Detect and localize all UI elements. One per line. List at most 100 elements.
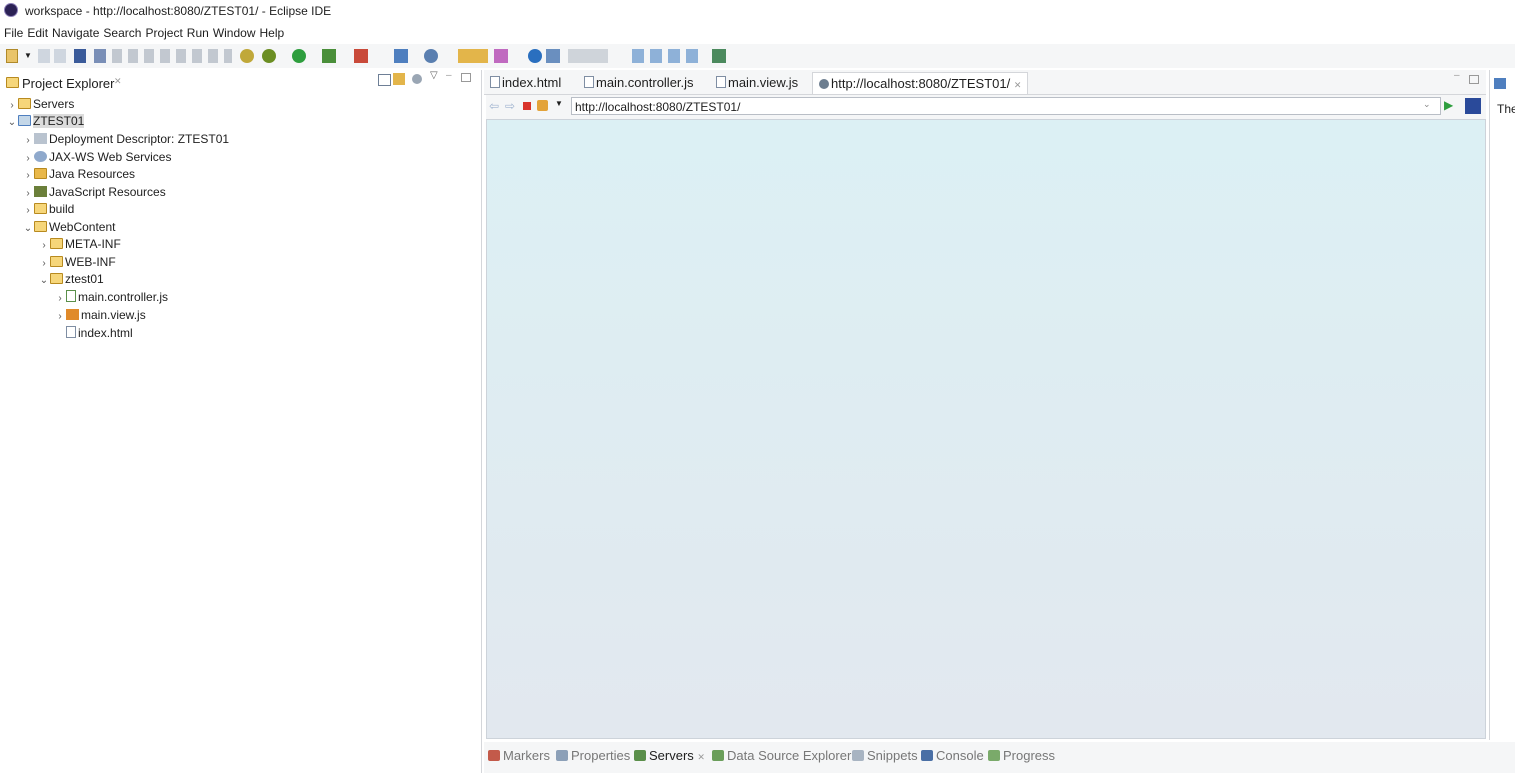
save-all-icon[interactable] xyxy=(54,49,66,63)
menu-help[interactable]: Help xyxy=(260,24,285,42)
menu-file[interactable]: File xyxy=(4,24,23,42)
tab-browser[interactable]: http://localhost:8080/ZTEST01/ ✕ xyxy=(812,72,1029,94)
chevron-right-icon[interactable]: › xyxy=(22,185,34,202)
maximize-icon[interactable] xyxy=(1469,75,1479,84)
tree-item-web-inf[interactable]: › WEB-INF xyxy=(38,254,115,272)
tree-label: index.html xyxy=(78,326,133,340)
project-explorer-title[interactable]: Project Explorer xyxy=(22,76,114,91)
new-icon[interactable] xyxy=(6,49,18,63)
tab-main-view[interactable]: main.view.js xyxy=(716,74,798,92)
tree-item-main-view[interactable]: › main.view.js xyxy=(54,307,145,325)
open-type-icon[interactable] xyxy=(458,49,488,63)
progress-icon xyxy=(988,750,1000,761)
minimize-icon[interactable]: – xyxy=(446,70,452,81)
tree-item-build[interactable]: › build xyxy=(22,201,74,218)
run-icon[interactable] xyxy=(292,49,306,63)
link-editor-icon[interactable] xyxy=(393,73,405,85)
go-icon[interactable]: ▶ xyxy=(1444,98,1453,112)
chevron-right-icon[interactable]: › xyxy=(38,255,50,272)
menu-run[interactable]: Run xyxy=(187,24,209,42)
folder-icon xyxy=(50,256,63,267)
tree-item-deployment-descriptor[interactable]: › Deployment Descriptor: ZTEST01 xyxy=(22,131,229,148)
menu-edit[interactable]: Edit xyxy=(27,24,48,42)
tree-item-java-resources[interactable]: › Java Resources xyxy=(22,166,135,183)
chevron-down-icon[interactable]: ⌄ xyxy=(22,220,34,237)
tree-item-meta-inf[interactable]: › META-INF xyxy=(38,236,120,254)
minimize-icon[interactable]: – xyxy=(1454,70,1460,81)
chevron-right-icon[interactable]: › xyxy=(22,167,34,184)
tab-label: Markers xyxy=(503,748,550,763)
tab-label: Snippets xyxy=(867,748,918,763)
stop-icon[interactable] xyxy=(523,102,531,110)
new-java-class-icon[interactable] xyxy=(424,49,438,63)
annotation-nav-icon[interactable] xyxy=(568,49,608,63)
open-external-icon[interactable] xyxy=(1465,98,1481,114)
debug-controls-icon[interactable] xyxy=(112,49,232,63)
chevron-right-icon[interactable]: › xyxy=(38,237,50,254)
tree-item-servers[interactable]: › Servers xyxy=(6,96,74,113)
tree-item-ztest01-folder[interactable]: ⌄ ztest01 xyxy=(38,271,104,288)
tree-item-javascript-resources[interactable]: › JavaScript Resources xyxy=(22,184,165,202)
maximize-icon[interactable] xyxy=(461,73,471,82)
chevron-down-icon[interactable]: ⌄ xyxy=(38,272,50,289)
menu-navigate[interactable]: Navigate xyxy=(52,24,99,42)
menu-search[interactable]: Search xyxy=(103,24,141,42)
collapse-all-icon[interactable] xyxy=(378,74,391,86)
tab-markers[interactable]: Markers xyxy=(488,748,550,763)
tree-item-index-html[interactable]: index.html xyxy=(66,325,133,342)
tab-properties[interactable]: Properties xyxy=(556,748,630,763)
external-tools-icon[interactable] xyxy=(240,49,254,63)
dropdown-arrow-icon[interactable]: ▼ xyxy=(24,49,32,63)
chevron-down-icon[interactable]: ⌄ xyxy=(6,114,18,131)
chevron-right-icon[interactable]: › xyxy=(6,97,18,114)
dropdown-arrow-icon[interactable]: ▼ xyxy=(555,99,563,108)
search-icon[interactable] xyxy=(494,49,508,63)
outline-icon[interactable] xyxy=(1494,78,1506,89)
open-task-icon[interactable] xyxy=(546,49,560,63)
properties-icon xyxy=(556,750,568,761)
menu-project[interactable]: Project xyxy=(145,24,182,42)
tab-console[interactable]: Console xyxy=(921,748,984,763)
back-icon[interactable]: ⇦ xyxy=(489,99,499,113)
new-server-icon[interactable] xyxy=(394,49,408,63)
chevron-right-icon[interactable]: › xyxy=(22,132,34,149)
close-icon[interactable]: ✕ xyxy=(697,752,705,762)
history-nav-icon[interactable] xyxy=(632,49,702,63)
save-icon[interactable] xyxy=(38,49,50,63)
menu-window[interactable]: Window xyxy=(213,24,256,42)
chevron-right-icon[interactable]: › xyxy=(54,290,66,307)
tab-main-controller[interactable]: main.controller.js xyxy=(584,74,694,92)
tab-data-source-explorer[interactable]: Data Source Explorer xyxy=(712,748,851,763)
chevron-right-icon[interactable]: › xyxy=(22,202,34,219)
web-browser-icon[interactable] xyxy=(528,49,542,63)
refresh-icon[interactable] xyxy=(537,100,548,111)
tree-item-webcontent[interactable]: ⌄ WebContent xyxy=(22,219,116,236)
skip-breakpoints-icon[interactable] xyxy=(94,49,106,63)
url-input[interactable]: http://localhost:8080/ZTEST01/ xyxy=(571,97,1441,115)
chevron-right-icon[interactable]: › xyxy=(54,308,66,325)
tree-item-ztest01[interactable]: ⌄ ZTEST01 xyxy=(6,113,85,131)
outline-text: The xyxy=(1497,102,1515,116)
servers-icon xyxy=(634,750,646,761)
browser-content[interactable] xyxy=(486,119,1486,739)
forward-icon[interactable]: ⇨ xyxy=(505,99,515,113)
chevron-down-icon[interactable]: ⌄ xyxy=(1423,99,1431,110)
terminal-icon[interactable] xyxy=(74,49,86,63)
close-icon[interactable]: ✕ xyxy=(114,76,122,87)
tree-item-jaxws[interactable]: › JAX-WS Web Services xyxy=(22,149,171,166)
tab-progress[interactable]: Progress xyxy=(988,748,1055,763)
filter-icon[interactable] xyxy=(412,74,422,84)
pin-editor-icon[interactable] xyxy=(712,49,726,63)
tab-servers[interactable]: Servers ✕ xyxy=(634,748,705,763)
tab-snippets[interactable]: Snippets xyxy=(852,748,918,763)
outline-panel: The xyxy=(1489,70,1515,740)
database-icon xyxy=(712,750,724,761)
run-server-icon[interactable] xyxy=(322,49,336,63)
tab-index-html[interactable]: index.html xyxy=(490,74,561,92)
debug-icon[interactable] xyxy=(262,49,276,63)
view-menu-icon[interactable]: ▽ xyxy=(430,70,438,81)
stop-server-icon[interactable] xyxy=(354,49,368,63)
chevron-right-icon[interactable]: › xyxy=(22,150,34,167)
tree-item-main-controller[interactable]: › main.controller.js xyxy=(54,289,168,306)
close-icon[interactable]: ✕ xyxy=(1014,80,1022,90)
